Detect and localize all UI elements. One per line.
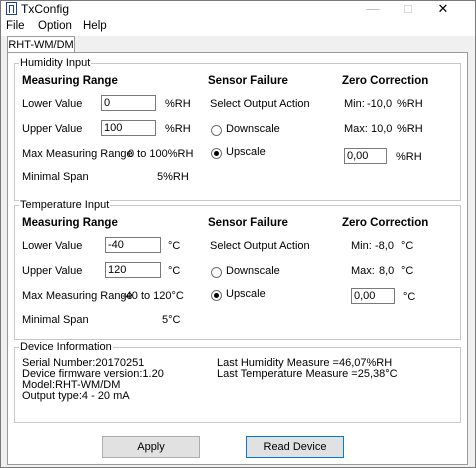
output-type: Output type:4 - 20 mA bbox=[22, 390, 130, 402]
close-button[interactable]: ✕ bbox=[426, 1, 460, 17]
measuring-range-header: Measuring Range bbox=[22, 75, 118, 87]
group-title: Humidity Input bbox=[19, 57, 92, 69]
upper-value-label: Upper Value bbox=[22, 265, 83, 277]
last-temperature-measure: Last Temperature Measure =25,38°C bbox=[217, 368, 398, 380]
temperature-upscale-radio[interactable] bbox=[211, 290, 222, 301]
tab-panel: Humidity Input Measuring Range Sensor Fa… bbox=[7, 52, 468, 465]
zero-max-unit: °C bbox=[401, 265, 414, 277]
unit-label: °C bbox=[168, 265, 181, 277]
zero-max-unit: %RH bbox=[397, 123, 423, 135]
group-title: Temperature Input bbox=[19, 199, 111, 211]
min-span-label: Minimal Span bbox=[22, 314, 89, 326]
max-range-label: Max Measuring Range bbox=[22, 148, 133, 160]
zero-max-label: Max: bbox=[351, 265, 375, 277]
humidity-zero-correction-input[interactable]: 0,00 bbox=[344, 148, 387, 164]
unit-label: %RH bbox=[165, 98, 191, 110]
temperature-upper-input[interactable]: 120 bbox=[105, 262, 161, 278]
humidity-downscale-radio[interactable] bbox=[211, 125, 222, 136]
temperature-input-group: Temperature Input Measuring Range Sensor… bbox=[14, 199, 461, 340]
zero-min-unit: °C bbox=[401, 240, 414, 252]
upscale-label[interactable]: Upscale bbox=[226, 146, 266, 158]
zero-max-value: 8,0 bbox=[379, 265, 395, 277]
zero-min-value: -8,0 bbox=[375, 240, 394, 252]
read-device-button[interactable]: Read Device bbox=[246, 436, 344, 458]
min-span-value: 5°C bbox=[162, 314, 181, 326]
zero-max-label: Max: bbox=[344, 123, 368, 135]
lower-value-label: Lower Value bbox=[22, 98, 83, 110]
min-span-label: Minimal Span bbox=[22, 171, 89, 183]
device-information-group: Device Information Serial Number:2017025… bbox=[14, 341, 461, 423]
window-title: TxConfig bbox=[21, 2, 70, 16]
app-logo-icon bbox=[6, 2, 17, 15]
humidity-lower-input[interactable]: 0 bbox=[101, 95, 156, 111]
zero-correction-header: Zero Correction bbox=[342, 75, 429, 87]
select-output-label: Select Output Action bbox=[210, 98, 310, 110]
lower-value-label: Lower Value bbox=[22, 240, 83, 252]
menu-option[interactable]: Option bbox=[38, 20, 72, 32]
humidity-input-group: Humidity Input Measuring Range Sensor Fa… bbox=[14, 57, 461, 201]
measuring-range-header: Measuring Range bbox=[22, 217, 118, 229]
humidity-upper-input[interactable]: 100 bbox=[101, 120, 156, 136]
upscale-label[interactable]: Upscale bbox=[226, 288, 266, 300]
menu-bar: File Option Help bbox=[1, 18, 475, 36]
temperature-zero-correction-input[interactable]: 0,00 bbox=[351, 288, 395, 304]
maximize-button[interactable]: □ bbox=[391, 1, 425, 17]
apply-button[interactable]: Apply bbox=[102, 436, 200, 458]
select-output-label: Select Output Action bbox=[210, 240, 310, 252]
sensor-failure-header: Sensor Failure bbox=[208, 75, 288, 87]
max-range-value: -40 to 120°C bbox=[122, 290, 184, 302]
menu-file[interactable]: File bbox=[6, 20, 25, 32]
temperature-downscale-radio[interactable] bbox=[211, 267, 222, 278]
sensor-failure-header: Sensor Failure bbox=[208, 217, 288, 229]
zero-min-unit: %RH bbox=[397, 98, 423, 110]
title-bar: TxConfig — □ ✕ bbox=[1, 1, 475, 18]
menu-help[interactable]: Help bbox=[83, 20, 107, 32]
zero-min-label: Min: bbox=[351, 240, 372, 252]
group-title: Device Information bbox=[19, 341, 113, 353]
tab-rht-wm-dm[interactable]: RHT-WM/DM bbox=[7, 36, 75, 53]
downscale-label[interactable]: Downscale bbox=[226, 265, 280, 277]
max-range-value: 0 to 100%RH bbox=[128, 148, 194, 160]
temperature-lower-input[interactable]: -40 bbox=[105, 237, 161, 253]
zero-min-label: Min: bbox=[344, 98, 365, 110]
minimize-button[interactable]: — bbox=[356, 1, 390, 17]
unit-label: °C bbox=[168, 240, 181, 252]
humidity-upscale-radio[interactable] bbox=[211, 148, 222, 159]
zero-correction-unit: %RH bbox=[396, 151, 422, 163]
zero-min-value: -10,0 bbox=[367, 98, 393, 110]
max-range-label: Max Measuring Range bbox=[22, 290, 133, 302]
downscale-label[interactable]: Downscale bbox=[226, 123, 280, 135]
min-span-value: 5%RH bbox=[157, 171, 189, 183]
unit-label: %RH bbox=[165, 123, 191, 135]
zero-correction-header: Zero Correction bbox=[342, 217, 429, 229]
upper-value-label: Upper Value bbox=[22, 123, 83, 135]
zero-max-value: 10,0 bbox=[371, 123, 393, 135]
zero-correction-unit: °C bbox=[403, 291, 416, 303]
app-window: TxConfig — □ ✕ File Option Help RHT-WM/D… bbox=[0, 0, 476, 468]
